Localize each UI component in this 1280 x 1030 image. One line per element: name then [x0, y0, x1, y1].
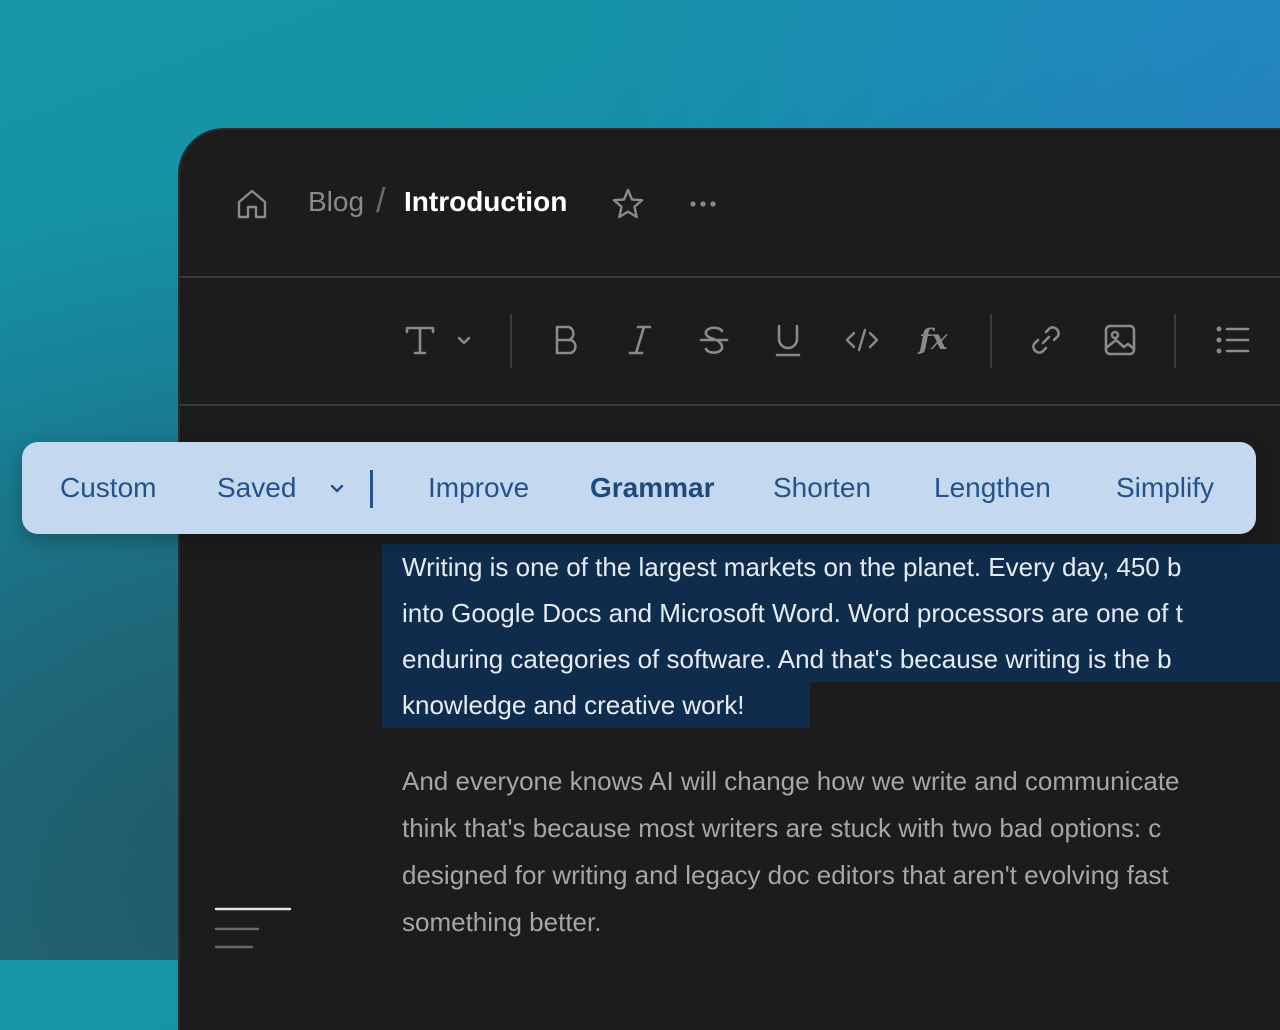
paragraph[interactable]: And everyone knows AI will change how we…	[402, 758, 1280, 946]
paragraph-line: something better.	[402, 907, 602, 937]
more-options-icon[interactable]	[686, 192, 722, 216]
text-style-icon[interactable]	[400, 320, 440, 360]
toolbar-divider	[990, 314, 992, 368]
breadcrumb-parent[interactable]: Blog	[308, 186, 364, 218]
outline-icon[interactable]	[214, 906, 294, 956]
selected-line: knowledge and creative work!	[382, 682, 810, 728]
image-icon[interactable]	[1100, 320, 1140, 360]
underline-icon[interactable]	[768, 320, 808, 360]
chevron-down-icon[interactable]	[328, 480, 346, 498]
formatting-toolbar: fx	[180, 278, 1280, 406]
improve-button[interactable]: Improve	[428, 470, 529, 506]
header-bar: Blog / Introduction	[180, 130, 1280, 278]
svg-text:fx: fx	[917, 323, 948, 356]
bullet-list-icon[interactable]	[1212, 320, 1252, 360]
ai-bar-divider	[370, 470, 373, 508]
lengthen-button[interactable]: Lengthen	[934, 470, 1051, 506]
code-icon[interactable]	[842, 320, 882, 360]
selected-line: into Google Docs and Microsoft Word. Wor…	[382, 590, 1280, 636]
bold-icon[interactable]	[546, 320, 586, 360]
selected-line: enduring categories of software. And tha…	[382, 636, 1280, 682]
paragraph-line: think that's because most writers are st…	[402, 813, 1162, 843]
strikethrough-icon[interactable]	[694, 320, 734, 360]
selected-line: Writing is one of the largest markets on…	[382, 544, 1280, 590]
simplify-button[interactable]: Simplify	[1116, 470, 1214, 506]
paragraph-line: designed for writing and legacy doc edit…	[402, 860, 1169, 890]
ai-action-bar: Custom Saved Improve Grammar Shorten Len…	[22, 442, 1256, 534]
star-icon[interactable]	[610, 186, 646, 222]
selected-text[interactable]: Writing is one of the largest markets on…	[382, 544, 1280, 744]
home-icon[interactable]	[234, 186, 270, 222]
italic-icon[interactable]	[620, 320, 660, 360]
link-icon[interactable]	[1026, 320, 1066, 360]
formula-icon[interactable]: fx	[916, 320, 956, 360]
toolbar-divider	[510, 314, 512, 368]
paragraph-line: And everyone knows AI will change how we…	[402, 766, 1180, 796]
breadcrumb-separator: /	[376, 182, 386, 220]
custom-button[interactable]: Custom	[60, 470, 156, 506]
chevron-down-icon[interactable]	[454, 320, 474, 360]
page-title[interactable]: Introduction	[404, 186, 567, 218]
saved-dropdown[interactable]: Saved	[217, 470, 296, 506]
toolbar-divider	[1174, 314, 1176, 368]
editor-window: Blog / Introduction fx Writing is one of…	[178, 128, 1280, 1030]
shorten-button[interactable]: Shorten	[773, 470, 871, 506]
grammar-button[interactable]: Grammar	[590, 470, 715, 506]
